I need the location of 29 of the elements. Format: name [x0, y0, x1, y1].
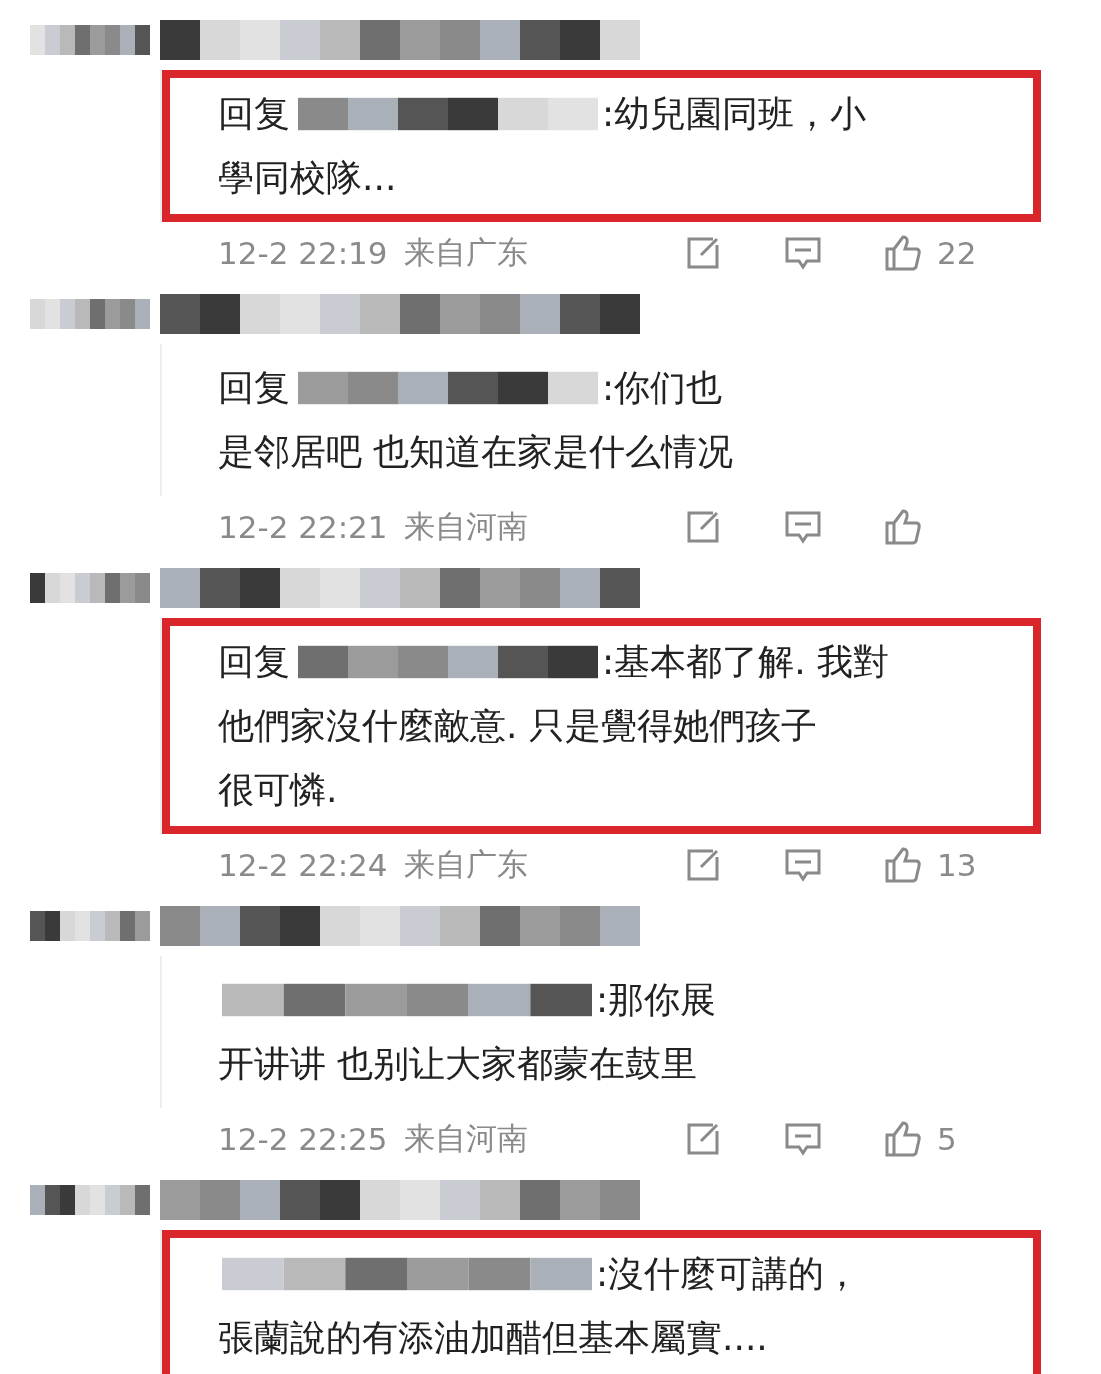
like-count: 5 [937, 1121, 957, 1157]
comment-text: 开讲讲 也别让大家都蒙在鼓里 [218, 1043, 698, 1084]
comment-time: 12-2 22:21 [218, 509, 388, 545]
comment-text: 張蘭說的有添油加醋但基本屬實.... [218, 1317, 768, 1358]
comment-text: 是邻居吧 也知道在家是什么情况 [218, 431, 734, 472]
comment-location: 来自广东 [403, 233, 528, 272]
comment-text: :幼兒園同班，小 [602, 92, 867, 136]
like-count: 13 [937, 847, 977, 883]
reply-label: 回复 [218, 366, 290, 410]
comment-text: :沒什麼可講的， [596, 1252, 861, 1296]
comment-text: :基本都了解. 我對 [602, 640, 889, 684]
comment-text: 學同校隊... [218, 157, 397, 198]
comment-text: 他們家沒什麼敵意. 只是覺得她們孩子 [218, 705, 817, 746]
comment-location: 来自河南 [403, 507, 528, 546]
like-count: 22 [937, 235, 977, 271]
comment-text: :那你展 [596, 978, 717, 1022]
comment-location: 来自广东 [403, 845, 528, 884]
comment-text: :你们也 [602, 366, 723, 410]
comment-time: 12-2 22:19 [218, 235, 388, 271]
comment-time: 12-2 22:25 [218, 1121, 388, 1157]
comment-text: 很可憐. [218, 769, 338, 810]
thumbs-up-icon[interactable] [883, 233, 923, 273]
comment-time: 12-2 22:24 [218, 847, 388, 883]
reply-label: 回复 [218, 92, 290, 136]
thumbs-up-icon[interactable] [883, 845, 923, 885]
comment-location: 来自河南 [403, 1119, 528, 1158]
thumbs-up-icon[interactable] [883, 1119, 923, 1159]
reply-label: 回复 [218, 640, 290, 684]
thumbs-up-icon[interactable] [883, 507, 923, 547]
